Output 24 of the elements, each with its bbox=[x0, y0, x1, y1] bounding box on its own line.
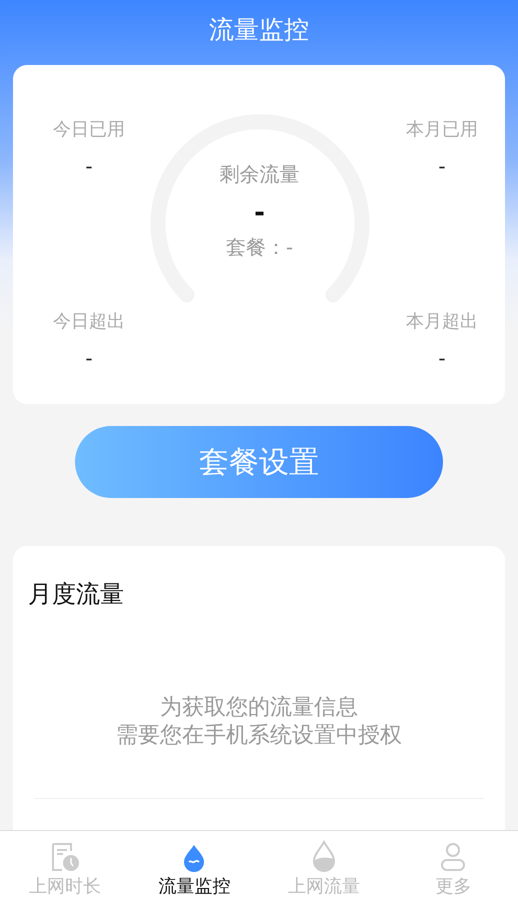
water-drop-icon bbox=[312, 840, 336, 872]
stat-label: 本月已用 bbox=[406, 118, 478, 141]
tab[interactable]: 上网流量 bbox=[259, 831, 388, 899]
permission-notice: 需要您在手机系统设置中授权 bbox=[116, 722, 402, 750]
plan-settings-button[interactable]: 套餐设置 bbox=[75, 426, 443, 498]
stat-label: 本月超出 bbox=[406, 310, 478, 333]
stat-value: - bbox=[438, 154, 446, 178]
permission-notice: 为获取您的流量信息 bbox=[160, 694, 358, 722]
stat-value: - bbox=[438, 346, 446, 370]
document-clock-icon bbox=[50, 842, 80, 872]
tab[interactable]: 上网时长 bbox=[0, 831, 130, 899]
water-drop-icon bbox=[182, 844, 206, 872]
section-title: 月度流量 bbox=[28, 579, 125, 610]
tab[interactable]: 流量监控 bbox=[130, 831, 259, 899]
stat-value: - bbox=[85, 154, 93, 178]
stat-value: - bbox=[85, 346, 93, 370]
user-icon bbox=[440, 842, 466, 872]
tab[interactable]: 更多 bbox=[388, 831, 518, 899]
stat-label: 今日已用 bbox=[53, 118, 125, 141]
gauge-label: 剩余流量 bbox=[220, 161, 300, 188]
stat-label: 今日超出 bbox=[53, 310, 125, 333]
plan-text: 套餐：- bbox=[226, 234, 294, 261]
page-title: 流量监控 bbox=[208, 14, 310, 46]
gauge-value: - bbox=[254, 198, 265, 228]
